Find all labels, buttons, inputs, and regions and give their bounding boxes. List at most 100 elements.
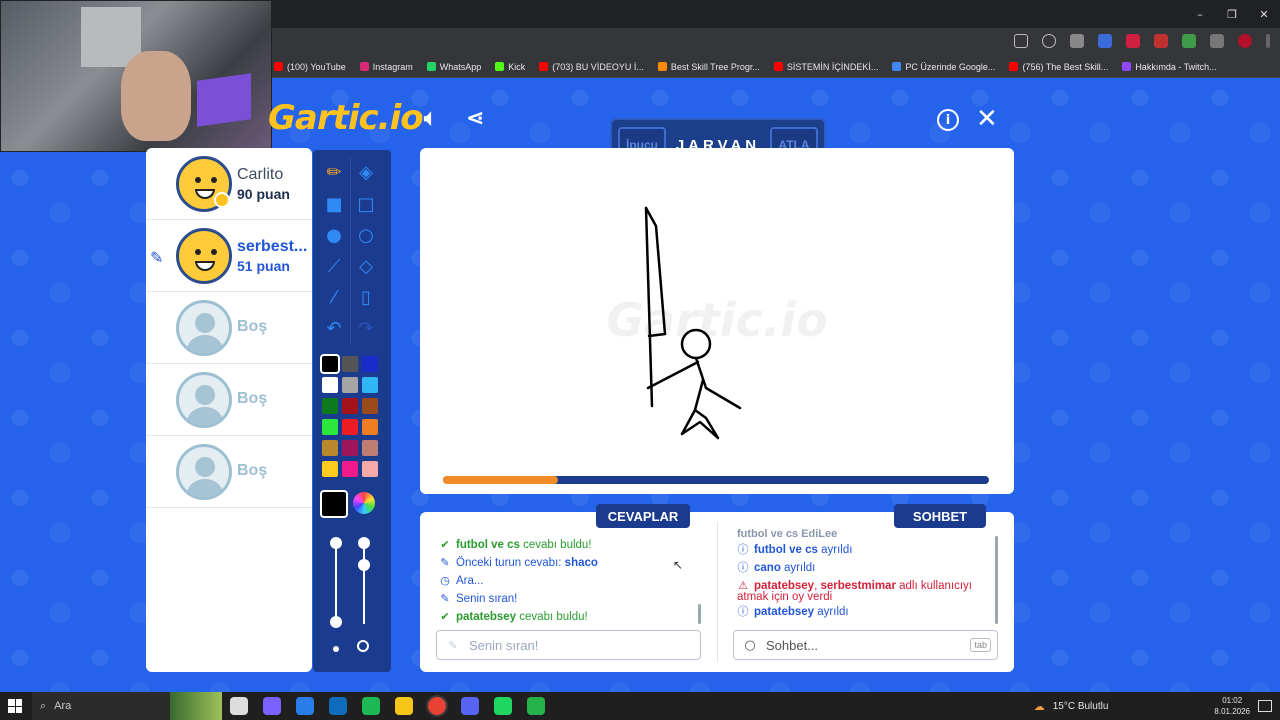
- extension-icon[interactable]: [1070, 34, 1084, 48]
- windows-start-icon[interactable]: [8, 699, 22, 713]
- store-icon[interactable]: [296, 697, 314, 715]
- profile-avatar[interactable]: [1238, 34, 1252, 48]
- bookmark-item[interactable]: SİSTEMİN İÇİNDEKİ...: [773, 62, 878, 72]
- fill-bucket-icon[interactable]: ◈: [351, 158, 381, 186]
- bookmark-star-icon[interactable]: [1042, 34, 1056, 48]
- color-swatch[interactable]: [342, 461, 358, 477]
- color-swatch[interactable]: [362, 461, 378, 477]
- redo-icon[interactable]: ↷: [351, 314, 381, 342]
- answers-scrollbar[interactable]: [698, 604, 701, 624]
- color-swatch[interactable]: [320, 354, 340, 374]
- color-swatch[interactable]: [342, 377, 358, 393]
- webcam-overlay: [0, 0, 272, 152]
- file-explorer-icon[interactable]: [395, 697, 413, 715]
- filled-circle-icon[interactable]: ●: [319, 221, 349, 249]
- notification-icon[interactable]: [1258, 700, 1272, 712]
- filled-rectangle-icon[interactable]: ■: [319, 190, 349, 218]
- menu-kebab-icon[interactable]: [1266, 34, 1270, 48]
- color-swatch[interactable]: [342, 398, 358, 414]
- chat-tab[interactable]: SOHBET: [894, 504, 986, 528]
- extension-icon[interactable]: [1182, 34, 1196, 48]
- brush-size-slider[interactable]: [335, 544, 337, 624]
- chat-log: ⓘ futbol ve cs ayrıldı ⓘ cano ayrıldı ⚠ patat…: [737, 541, 993, 621]
- eraser-icon[interactable]: ◇: [351, 252, 381, 280]
- color-swatch[interactable]: [362, 377, 378, 393]
- color-swatch[interactable]: [322, 377, 338, 393]
- extension-icon[interactable]: [1098, 34, 1112, 48]
- pencil-icon[interactable]: ✏: [319, 158, 349, 186]
- circle-icon[interactable]: ○: [351, 221, 381, 249]
- color-swatch[interactable]: [362, 356, 378, 372]
- spotify-icon[interactable]: [494, 697, 512, 715]
- xbox-icon[interactable]: [362, 697, 380, 715]
- bookmark-item[interactable]: (100) YouTube: [274, 62, 346, 72]
- color-swatch[interactable]: [342, 419, 358, 435]
- chrome-icon[interactable]: [426, 695, 448, 717]
- bookmark-item[interactable]: WhatsApp: [426, 62, 481, 72]
- drawing-canvas[interactable]: Gartic.io: [420, 148, 1014, 494]
- chat-input-placeholder: Sohbet...: [766, 637, 819, 653]
- color-swatch[interactable]: [342, 356, 358, 372]
- minimize-button[interactable]: –: [1184, 0, 1216, 28]
- sound-icon[interactable]: 🔈︎: [424, 106, 437, 131]
- close-icon[interactable]: ✕: [976, 104, 998, 134]
- gartic-logo[interactable]: Gartic.io: [268, 98, 424, 138]
- extension-icon[interactable]: [1126, 34, 1140, 48]
- bookmark-favicon-icon: [773, 62, 783, 71]
- share-icon[interactable]: ⋖: [466, 106, 484, 131]
- player-card[interactable]: Carlito 90 puan: [146, 148, 312, 220]
- copilot-icon[interactable]: [263, 697, 281, 715]
- color-wheel-icon[interactable]: [353, 492, 375, 514]
- extensions-puzzle-icon[interactable]: [1210, 34, 1224, 48]
- svg-text:Gartic.io: Gartic.io: [606, 293, 827, 347]
- bookmark-item[interactable]: Best Skill Tree Progr...: [657, 62, 760, 72]
- weather-text[interactable]: 15°C Bulutlu: [1053, 701, 1109, 712]
- answers-tab[interactable]: CEVAPLAR: [596, 504, 690, 528]
- undo-icon[interactable]: ↶: [319, 314, 349, 342]
- close-window-button[interactable]: ✕: [1248, 0, 1280, 28]
- chat-input[interactable]: ○ Sohbet... tab: [733, 630, 998, 660]
- opacity-knob[interactable]: [358, 559, 370, 571]
- color-swatch[interactable]: [322, 419, 338, 435]
- bookmark-item[interactable]: Instagram: [359, 62, 413, 72]
- taskbar-search[interactable]: ⌕ Ara: [32, 692, 222, 720]
- chat-bubble-icon: ○: [744, 637, 756, 653]
- app-green-icon[interactable]: [527, 697, 545, 715]
- clock[interactable]: 01:02 8.01.2026: [1214, 695, 1250, 717]
- bookmark-item[interactable]: Kick: [495, 62, 525, 72]
- task-view-icon[interactable]: [230, 697, 248, 715]
- color-swatch[interactable]: [322, 440, 338, 456]
- message-line: ◷ Ara...: [439, 572, 699, 590]
- opacity-slider[interactable]: [363, 544, 365, 624]
- maximize-button[interactable]: ❐: [1216, 0, 1248, 28]
- brush-size-knob[interactable]: [330, 616, 342, 628]
- color-swatch[interactable]: [362, 398, 378, 414]
- eyedropper-icon[interactable]: ⁄: [319, 283, 349, 311]
- line-icon[interactable]: ⟋: [319, 252, 349, 280]
- page-icon[interactable]: ▯: [351, 283, 381, 311]
- rectangle-icon[interactable]: □: [351, 190, 381, 218]
- outlook-icon[interactable]: [329, 697, 347, 715]
- color-swatch[interactable]: [342, 440, 358, 456]
- color-swatch[interactable]: [362, 419, 378, 435]
- color-swatch[interactable]: [322, 398, 338, 414]
- color-swatch[interactable]: [322, 461, 338, 477]
- bookmark-item[interactable]: (756) The Best Skill...: [1009, 62, 1108, 72]
- answer-input-placeholder: Senin sıran!: [469, 637, 539, 653]
- bookmark-item[interactable]: Hakkımda - Twitch...: [1122, 62, 1217, 72]
- answer-input[interactable]: ✎ Senin sıran!: [436, 630, 701, 660]
- bookmark-favicon-icon: [426, 62, 436, 71]
- player-card[interactable]: ✎ serbest... 51 puan: [146, 220, 312, 292]
- cast-icon[interactable]: [1014, 34, 1028, 48]
- chat-scrollbar[interactable]: [995, 536, 998, 624]
- discord-icon[interactable]: [461, 697, 479, 715]
- info-icon[interactable]: i: [937, 109, 959, 131]
- bookmark-item[interactable]: PC Üzerinde Google...: [892, 62, 995, 72]
- color-swatch[interactable]: [362, 440, 378, 456]
- info-icon: ⓘ: [737, 605, 749, 618]
- extension-icon[interactable]: [1154, 34, 1168, 48]
- weather-icon: ☁: [1033, 700, 1045, 713]
- empty-avatar: [176, 300, 232, 356]
- bookmark-item[interactable]: (703) BU VİDEOYU İ...: [539, 62, 644, 72]
- player-score: 51 puan: [237, 258, 290, 274]
